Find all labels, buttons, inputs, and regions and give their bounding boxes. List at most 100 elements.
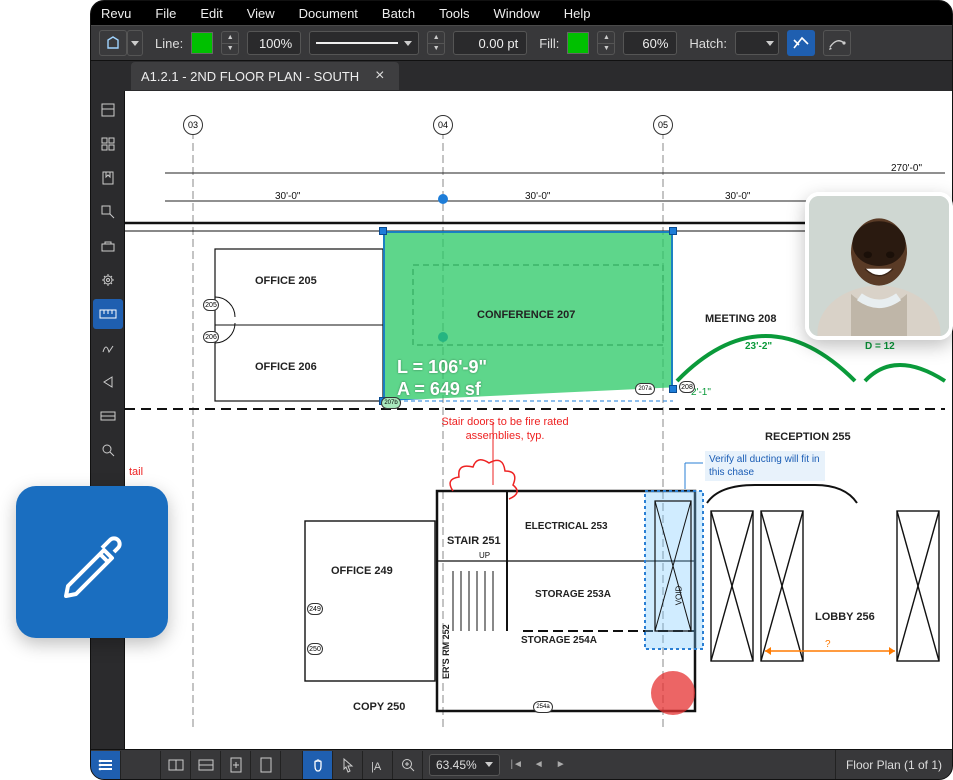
- room-stair: STAIR 251: [447, 535, 501, 547]
- note-fire-rated: Stair doors to be fire rated assemblies,…: [435, 415, 575, 444]
- tail-marker: tail: [129, 465, 143, 479]
- dim-23-2: 23'-2": [745, 341, 772, 352]
- back-icon[interactable]: [93, 367, 123, 397]
- line-label: Line:: [155, 36, 183, 51]
- bookmarks-icon[interactable]: [93, 163, 123, 193]
- room-lobby: LOBBY 256: [815, 611, 875, 623]
- dim-overall: 270'-0": [891, 163, 922, 174]
- signature-icon[interactable]: [93, 333, 123, 363]
- drawing-canvas[interactable]: 03 04 05 270'-0" 30'-0" 30'-0" 30'-0" 30…: [125, 91, 952, 749]
- menu-view[interactable]: View: [247, 6, 275, 21]
- room-conference: CONFERENCE 207: [477, 309, 575, 321]
- door-208: 208: [679, 381, 695, 393]
- zoom-value: 63.45%: [436, 758, 477, 772]
- line-opacity-stepper[interactable]: ▲▼: [221, 31, 239, 55]
- next-page-icon[interactable]: ►: [550, 751, 572, 779]
- menu-help[interactable]: Help: [564, 6, 591, 21]
- chevron-down-icon[interactable]: [127, 30, 143, 56]
- line-opacity-value[interactable]: 100%: [247, 31, 301, 55]
- measure-length: L = 106'-9": [397, 357, 487, 378]
- door-249: 249: [307, 603, 323, 615]
- fill-color-swatch[interactable]: [567, 32, 589, 54]
- property-bar: Line: ▲▼ 100% ▲▼ 0.00 pt Fill: ▲▼ 60% Ha…: [91, 25, 952, 61]
- thumbnails-icon[interactable]: [93, 95, 123, 125]
- stair-up: UP: [479, 551, 490, 560]
- properties-icon[interactable]: [93, 197, 123, 227]
- measurements-icon[interactable]: [93, 299, 123, 329]
- menu-edit[interactable]: Edit: [200, 6, 222, 21]
- tab-bar: A1.2.1 - 2ND FLOOR PLAN - SOUTH ×: [91, 61, 952, 91]
- keyboard-icon[interactable]: [93, 401, 123, 431]
- grid-bubble-03: 03: [183, 115, 203, 135]
- page-label[interactable]: Floor Plan (1 of 1): [835, 750, 952, 779]
- door-254a: 254a: [533, 701, 553, 713]
- grid-bubble-04: 04: [433, 115, 453, 135]
- edit-card[interactable]: [16, 486, 168, 638]
- fill-opacity-value[interactable]: 60%: [623, 31, 677, 55]
- menu-document[interactable]: Document: [299, 6, 358, 21]
- first-page-icon[interactable]: |◄: [506, 751, 528, 779]
- document-tab[interactable]: A1.2.1 - 2ND FLOOR PLAN - SOUTH ×: [131, 62, 399, 90]
- new-page-icon[interactable]: [221, 751, 251, 779]
- room-storage254a: STORAGE 254A: [521, 635, 597, 646]
- page-icon[interactable]: [251, 751, 281, 779]
- menu-bar: Revu File Edit View Document Batch Tools…: [91, 1, 952, 25]
- hatch-select[interactable]: [735, 31, 779, 55]
- single-view-icon[interactable]: [191, 751, 221, 779]
- note-ducting: Verify all ducting will fit in this chas…: [705, 451, 825, 481]
- line-style-select[interactable]: [309, 31, 419, 55]
- grid-icon[interactable]: [93, 129, 123, 159]
- dim-2: 30'-0": [525, 191, 550, 202]
- pencil-icon: [54, 524, 130, 600]
- menu-window[interactable]: Window: [494, 6, 540, 21]
- hatch-label: Hatch:: [689, 36, 727, 51]
- dim-1: 30'-0": [275, 191, 300, 202]
- room-office249: OFFICE 249: [331, 565, 393, 577]
- text-tool-icon[interactable]: |A: [363, 751, 393, 779]
- menu-batch[interactable]: Batch: [382, 6, 415, 21]
- zoom-tool-icon[interactable]: [393, 751, 423, 779]
- snap-button[interactable]: [787, 30, 815, 56]
- endcap-button[interactable]: [823, 30, 851, 56]
- zoom-select[interactable]: 63.45%: [429, 754, 500, 776]
- measure-area: A = 649 sf: [397, 379, 481, 400]
- dim-3: 30'-0": [725, 191, 750, 202]
- room-storage253a: STORAGE 253A: [535, 589, 611, 600]
- door-207b: 207b: [381, 397, 401, 409]
- room-office205: OFFICE 205: [255, 275, 317, 287]
- room-reception: RECEPTION 255: [765, 431, 851, 443]
- select-tool-icon[interactable]: [333, 751, 363, 779]
- svg-text:|A: |A: [371, 761, 382, 773]
- room-ersrm: ER'S RM 252: [441, 624, 451, 679]
- prev-page-icon[interactable]: ◄: [528, 751, 550, 779]
- status-bar: |A 63.45% |◄ ◄ ► Floor Plan (1 of 1): [91, 749, 952, 779]
- fill-opacity-stepper[interactable]: ▲▼: [597, 31, 615, 55]
- menu-revu[interactable]: Revu: [101, 6, 131, 21]
- left-sidebar: [91, 91, 125, 749]
- shape-tool-button[interactable]: [99, 30, 143, 56]
- pan-tool-icon[interactable]: [303, 751, 333, 779]
- line-width-value[interactable]: 0.00 pt: [453, 31, 527, 55]
- search-icon[interactable]: [93, 435, 123, 465]
- line-color-swatch[interactable]: [191, 32, 213, 54]
- void-label: VOID: [674, 586, 683, 606]
- line-width-stepper[interactable]: ▲▼: [427, 31, 445, 55]
- room-electrical: ELECTRICAL 253: [525, 521, 608, 532]
- menu-file[interactable]: File: [155, 6, 176, 21]
- door-206: 206: [203, 331, 219, 343]
- door-207a: 207a: [635, 383, 655, 395]
- room-meeting: MEETING 208: [705, 313, 777, 325]
- tab-title: A1.2.1 - 2ND FLOOR PLAN - SOUTH: [141, 69, 359, 84]
- gear-icon[interactable]: [93, 265, 123, 295]
- menu-tools[interactable]: Tools: [439, 6, 469, 21]
- app-window: Revu File Edit View Document Batch Tools…: [90, 0, 953, 780]
- avatar: [805, 192, 953, 340]
- room-office206: OFFICE 206: [255, 361, 317, 373]
- markups-list-icon[interactable]: [91, 751, 121, 779]
- door-205: 205: [203, 299, 219, 311]
- split-view-icon[interactable]: [161, 751, 191, 779]
- close-icon[interactable]: ×: [371, 67, 388, 85]
- toolbox-icon[interactable]: [93, 231, 123, 261]
- fill-label: Fill:: [539, 36, 559, 51]
- grid-bubble-05: 05: [653, 115, 673, 135]
